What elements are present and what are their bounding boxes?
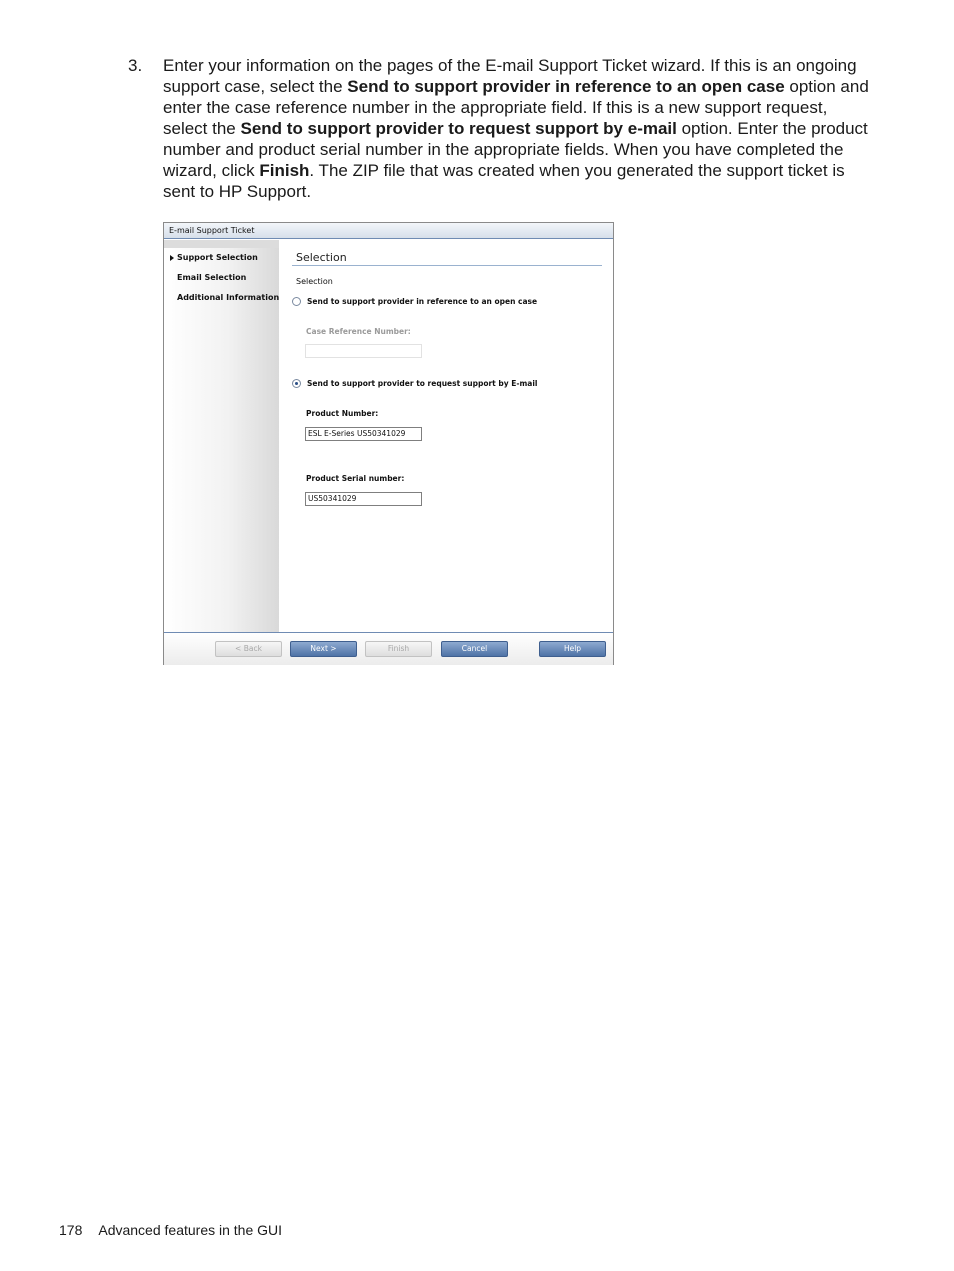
sidebar-item-email-selection[interactable]: Email Selection	[177, 273, 246, 282]
page-number: 178	[59, 1222, 83, 1238]
page-footer: 178 Advanced features in the GUI	[59, 1222, 282, 1238]
email-support-ticket-dialog: E-mail Support Ticket Support Selection …	[163, 222, 614, 665]
cancel-button[interactable]: Cancel	[441, 641, 508, 657]
content-title: Selection	[296, 251, 347, 264]
email-support-radio[interactable]	[292, 379, 301, 388]
email-support-radio-label[interactable]: Send to support provider to request supp…	[307, 379, 538, 388]
case-reference-label: Case Reference Number:	[306, 327, 411, 336]
dialog-title: E-mail Support Ticket	[164, 223, 613, 239]
step-number: 3.	[128, 56, 143, 75]
email-option-name: Send to support provider to request supp…	[240, 119, 677, 138]
current-step-arrow-icon	[170, 255, 174, 261]
sidebar-item-support-selection[interactable]: Support Selection	[177, 253, 258, 262]
product-number-label: Product Number:	[306, 409, 379, 418]
step-text: Enter your information on the pages of t…	[163, 55, 871, 202]
back-button[interactable]: < Back	[215, 641, 282, 657]
next-button[interactable]: Next >	[290, 641, 357, 657]
product-number-input[interactable]: ESL E-Series US50341029	[305, 427, 422, 441]
finish-button[interactable]: Finish	[365, 641, 432, 657]
serial-number-label: Product Serial number:	[306, 474, 405, 483]
button-bar: < Back Next > Finish Cancel Help	[164, 633, 613, 665]
sidebar-header-band	[164, 240, 279, 248]
open-case-radio-label[interactable]: Send to support provider in reference to…	[307, 297, 537, 306]
section-title: Advanced features in the GUI	[98, 1222, 283, 1238]
open-case-radio[interactable]	[292, 297, 301, 306]
content-title-divider	[292, 265, 602, 266]
open-case-option-name: Send to support provider in reference to…	[347, 77, 785, 96]
selection-group-label: Selection	[296, 277, 333, 286]
case-reference-input[interactable]	[305, 344, 422, 358]
help-button[interactable]: Help	[539, 641, 606, 657]
sidebar-item-additional-information[interactable]: Additional Information	[177, 293, 279, 302]
serial-number-input[interactable]: US50341029	[305, 492, 422, 506]
finish-label: Finish	[259, 161, 310, 180]
